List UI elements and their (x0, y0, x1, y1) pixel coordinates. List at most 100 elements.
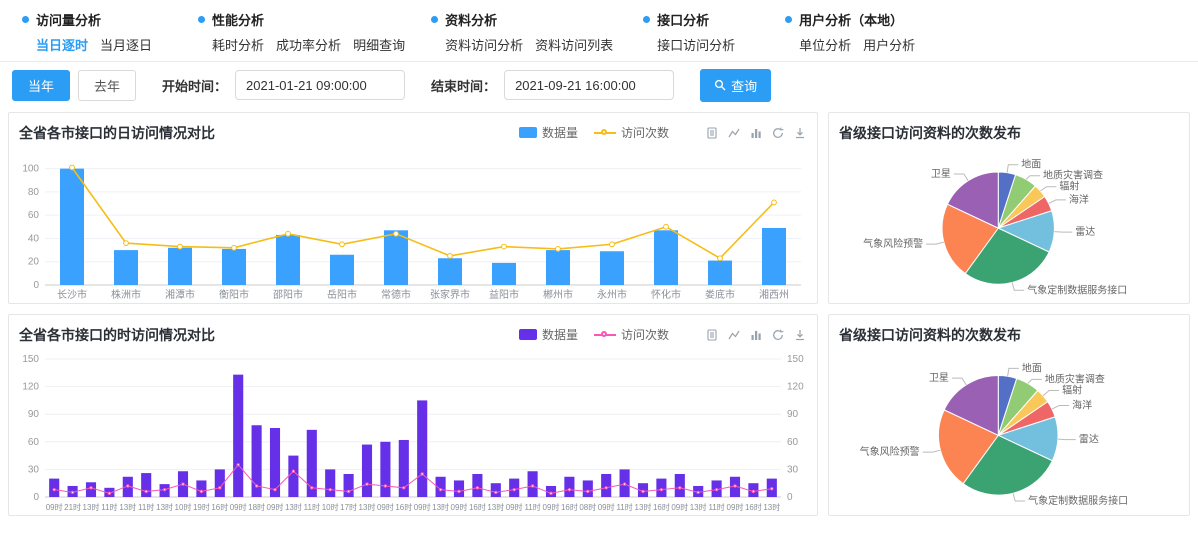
download-icon[interactable] (793, 126, 807, 140)
search-icon (714, 79, 726, 91)
top-nav: 访问量分析 当日逐时 当月逐日 性能分析 耗时分析 成功率分析 明细查询 资料分… (0, 0, 1198, 62)
svg-text:150: 150 (787, 354, 804, 365)
svg-text:衡阳市: 衡阳市 (219, 288, 249, 301)
hourly-chart-canvas[interactable]: 0030306060909012012015015009时21时13时11时13… (11, 349, 815, 515)
svg-text:21时: 21时 (64, 502, 81, 512)
svg-text:80: 80 (28, 187, 40, 198)
svg-text:09时: 09时 (414, 502, 431, 512)
nav-item-data-access-analysis[interactable]: 资料访问分析 (445, 35, 523, 54)
svg-text:雷达: 雷达 (1075, 226, 1095, 238)
svg-text:16时: 16时 (653, 502, 670, 512)
svg-text:岳阳市: 岳阳市 (327, 288, 357, 301)
restore-icon[interactable] (771, 328, 785, 342)
svg-text:0: 0 (787, 492, 793, 503)
nav-group-title: 性能分析 (212, 10, 264, 29)
line-chart-icon[interactable] (727, 328, 741, 342)
svg-text:湘西州: 湘西州 (759, 288, 789, 301)
legend-label: 数据量 (542, 124, 578, 141)
svg-text:海洋: 海洋 (1069, 193, 1089, 206)
svg-text:16时: 16时 (395, 502, 412, 512)
legend-label: 访问次数 (621, 326, 669, 343)
svg-text:怀化市: 怀化市 (651, 288, 681, 301)
svg-text:0: 0 (33, 492, 39, 503)
svg-text:60: 60 (28, 210, 40, 221)
nav-item-data-access-list[interactable]: 资料访问列表 (535, 35, 613, 54)
nav-group-users: 用户分析（本地） 单位分析 用户分析 (785, 10, 915, 54)
svg-text:11时: 11时 (101, 502, 117, 512)
pie-panel-bottom: 省级接口访问资料的次数发布 地面地质灾害调查辐射海洋雷达气象定制数据服务接口气象… (828, 314, 1190, 516)
search-button[interactable]: 查询 (700, 69, 771, 102)
svg-text:30: 30 (28, 464, 40, 475)
chart-toolbox (705, 328, 807, 342)
svg-text:11时: 11时 (304, 502, 320, 512)
nav-group-data: 资料分析 资料访问分析 资料访问列表 (431, 10, 613, 54)
svg-text:11时: 11时 (616, 502, 632, 512)
svg-text:16时: 16时 (211, 502, 228, 512)
data-view-icon[interactable] (705, 126, 719, 140)
restore-icon[interactable] (771, 126, 785, 140)
nav-item-daily-month[interactable]: 当月逐日 (100, 35, 152, 54)
svg-text:地质灾害调查: 地质灾害调查 (1043, 169, 1103, 182)
svg-text:海洋: 海洋 (1072, 399, 1092, 412)
hourly-chart-panel: 全省各市接口的时访问情况对比 数据量 访问次数 (8, 314, 818, 516)
nav-item-detail-query[interactable]: 明细查询 (353, 35, 405, 54)
nav-item-user-analysis[interactable]: 用户分析 (863, 35, 915, 54)
nav-item-unit-analysis[interactable]: 单位分析 (799, 35, 851, 54)
svg-text:09时: 09时 (267, 502, 284, 512)
filter-bar: 当年 去年 开始时间： 结束时间： 查询 (0, 62, 1198, 108)
svg-text:90: 90 (787, 409, 799, 420)
nav-item-hourly-today[interactable]: 当日逐时 (36, 35, 88, 54)
daily-chart-legend: 数据量 访问次数 (519, 124, 669, 141)
this-year-button[interactable]: 当年 (12, 70, 70, 101)
start-time-label: 开始时间： (162, 76, 227, 95)
pie-chart-canvas[interactable]: 地面地质灾害调查辐射海洋雷达气象定制数据服务接口气象风险预警卫星 (830, 349, 1188, 515)
nav-item-time-cost[interactable]: 耗时分析 (212, 35, 264, 54)
data-view-icon[interactable] (705, 328, 719, 342)
nav-item-success-rate[interactable]: 成功率分析 (276, 35, 341, 54)
legend-item-data-volume[interactable]: 数据量 (519, 124, 578, 141)
svg-text:16时: 16时 (561, 502, 578, 512)
daily-chart-title: 全省各市接口的日访问情况对比 (19, 123, 215, 143)
legend-item-visit-count[interactable]: 访问次数 (594, 326, 669, 343)
line-legend-icon (594, 132, 616, 134)
svg-text:100: 100 (22, 164, 39, 175)
end-time-input[interactable] (504, 70, 674, 100)
bar-chart-icon[interactable] (749, 328, 763, 342)
hourly-chart-legend: 数据量 访问次数 (519, 326, 669, 343)
svg-text:永州市: 永州市 (597, 288, 627, 301)
svg-text:13时: 13时 (285, 502, 302, 512)
svg-text:10时: 10时 (322, 502, 339, 512)
nav-group-visits: 访问量分析 当日逐时 当月逐日 (22, 10, 152, 54)
pie-panel-top: 省级接口访问资料的次数发布 地面地质灾害调查辐射海洋雷达气象定制数据服务接口气象… (828, 112, 1190, 304)
dot-icon (22, 16, 29, 23)
line-chart-icon[interactable] (727, 126, 741, 140)
download-icon[interactable] (793, 328, 807, 342)
line-legend-icon (594, 334, 616, 336)
pie-chart-canvas[interactable]: 地面地质灾害调查辐射海洋雷达气象定制数据服务接口气象风险预警卫星 (830, 147, 1188, 303)
svg-text:株洲市: 株洲市 (111, 288, 141, 301)
svg-text:雷达: 雷达 (1079, 434, 1099, 446)
nav-item-interface-access[interactable]: 接口访问分析 (657, 35, 735, 54)
nav-group-title: 资料分析 (445, 10, 497, 29)
daily-chart-canvas[interactable]: 020406080100长沙市株洲市湘潭市衡阳市邵阳市岳阳市常德市张家界市益阳市… (11, 147, 815, 303)
svg-text:09时: 09时 (451, 502, 468, 512)
svg-text:0: 0 (33, 280, 39, 291)
legend-item-visit-count[interactable]: 访问次数 (594, 124, 669, 141)
svg-text:16时: 16时 (469, 502, 486, 512)
nav-group-title: 访问量分析 (36, 10, 101, 29)
bar-legend-icon (519, 127, 537, 138)
bar-chart-icon[interactable] (749, 126, 763, 140)
chart-toolbox (705, 126, 807, 140)
nav-group-performance: 性能分析 耗时分析 成功率分析 明细查询 (198, 10, 405, 54)
svg-text:09时: 09时 (377, 502, 394, 512)
svg-text:地面: 地面 (1022, 361, 1042, 374)
svg-text:娄底市: 娄底市 (705, 288, 735, 301)
svg-text:09时: 09时 (598, 502, 615, 512)
last-year-button[interactable]: 去年 (78, 70, 136, 101)
dot-icon (643, 16, 650, 23)
svg-text:09时: 09时 (543, 502, 560, 512)
legend-item-data-volume[interactable]: 数据量 (519, 326, 578, 343)
svg-text:11时: 11时 (524, 502, 540, 512)
start-time-input[interactable] (235, 70, 405, 100)
svg-text:11时: 11时 (138, 502, 154, 512)
